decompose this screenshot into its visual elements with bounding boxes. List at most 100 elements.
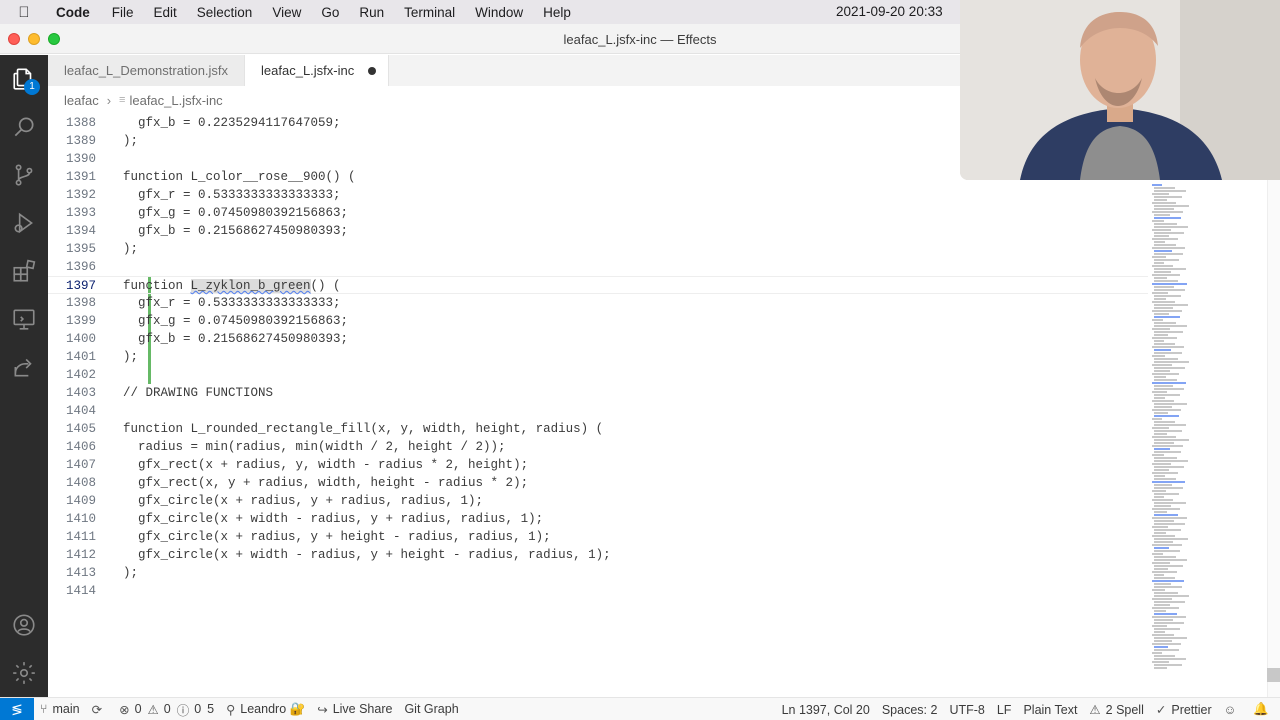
minimap-line: [1154, 298, 1166, 300]
branch-indicator[interactable]: ⑂ main: [34, 702, 86, 716]
unsaved-dot-icon[interactable]: [368, 66, 377, 75]
minimap-line: [1152, 418, 1162, 420]
minimap-line: [1152, 193, 1169, 195]
remote-indicator-icon[interactable]: ≶: [0, 697, 34, 720]
tab-leafac-l-demonstration[interactable]: leafac_L_Demonstration.jsfx: [48, 55, 246, 86]
menu-edit[interactable]: Edit: [144, 5, 187, 20]
code-line: 1406 radius = min(radius, min(width / 2,…: [65, 440, 506, 454]
git-graph-button[interactable]: Git Graph: [398, 702, 464, 716]
minimap-line: [1154, 442, 1174, 444]
code-line: 1412 gfx_circle(x + width - radius, y + …: [65, 548, 611, 562]
code-line: 1409 gfx_circle(x + radius, y + radius, …: [65, 494, 484, 508]
minimap-line: [1152, 391, 1167, 393]
menu-run[interactable]: Run: [349, 5, 394, 20]
live-share-icon[interactable]: [10, 353, 38, 381]
feedback-icon: ☺: [1223, 702, 1237, 717]
problems-indicator[interactable]: ⊗ 0 ⚠ 0 ⓘ 0 5: [113, 700, 220, 719]
minimap-line: [1154, 286, 1174, 288]
minimap-line: [1152, 400, 1174, 402]
accounts-icon[interactable]: [10, 611, 38, 639]
breadcrumb-folder[interactable]: leafac: [64, 93, 99, 108]
minimap-line: [1154, 646, 1168, 648]
menu-selection[interactable]: Selection: [187, 5, 263, 20]
breadcrumb: leafac › ≡ leafac_L.jsfx-inc: [64, 90, 223, 110]
code-line: 1405 function L_rounded_rectangle_fill(x,…: [65, 422, 604, 436]
webcam-overlay: [960, 0, 1280, 180]
code-line: 1404: [65, 404, 96, 418]
minimap-line: [1154, 367, 1185, 369]
code-line: 1401);: [65, 350, 139, 364]
encoding[interactable]: UTF-8: [943, 703, 990, 717]
extensions-icon[interactable]: [10, 257, 38, 285]
feedback-button[interactable]: ☺: [1218, 703, 1248, 717]
minimap-line: [1152, 463, 1171, 465]
spell-check[interactable]: ⚠ 2 Spell: [1083, 702, 1149, 718]
menu-go[interactable]: Go: [311, 5, 349, 20]
minimap-line: [1154, 313, 1169, 315]
minimap-line: [1154, 538, 1188, 540]
notifications-button[interactable]: 🔔: [1247, 702, 1280, 717]
run-debug-icon[interactable]: [10, 209, 38, 237]
user-indicator[interactable]: ⚲ Leandro 🔐: [220, 702, 311, 717]
sync-button[interactable]: ⟳: [86, 702, 113, 717]
apple-logo-icon[interactable]: : [0, 4, 48, 21]
menu-window[interactable]: Window: [465, 5, 533, 20]
minimap-line: [1154, 331, 1183, 333]
minimap-line: [1152, 553, 1163, 555]
minimap-line: [1152, 508, 1180, 510]
warning-icon: ⚠: [147, 702, 159, 717]
minimap-line: [1152, 373, 1179, 375]
minimap-line: [1152, 292, 1168, 294]
minimap-line: [1152, 526, 1168, 528]
minimap-line: [1152, 337, 1177, 339]
menu-help[interactable]: Help: [533, 5, 581, 20]
minimap-line: [1152, 382, 1186, 384]
minimap-line: [1152, 481, 1185, 483]
minimap-line: [1154, 214, 1170, 216]
minimap-line: [1152, 490, 1166, 492]
highlighted-symbol[interactable]: L_zyklon_b_green: [190, 279, 311, 293]
minimap-line: [1154, 196, 1182, 198]
minimap-line: [1154, 631, 1165, 633]
settings-gear-icon[interactable]: [10, 659, 38, 687]
minimap-line: [1154, 448, 1170, 450]
menubar-clock[interactable]: 2021-09-20 20:33: [836, 4, 943, 19]
minimap-line: [1154, 199, 1167, 201]
activity-bar: 1: [0, 55, 48, 697]
minimap-line: [1154, 640, 1172, 642]
code-line: 1411 gfx_circle(x + radius, y + height -…: [65, 530, 551, 544]
minimap-line: [1154, 295, 1181, 297]
source-control-icon[interactable]: [10, 161, 38, 189]
scrollbar-thumb[interactable]: [1267, 668, 1280, 682]
minimap-line: [1154, 505, 1171, 507]
minimap-line: [1154, 262, 1164, 264]
prettier-button[interactable]: ✓ Prettier: [1150, 702, 1218, 718]
minimap[interactable]: [1148, 180, 1268, 680]
vertical-scrollbar[interactable]: [1267, 114, 1280, 697]
search-icon[interactable]: [10, 113, 38, 141]
code-line: 1395);: [65, 242, 139, 256]
minimap-line: [1154, 460, 1188, 462]
minimap-line: [1152, 616, 1186, 618]
end-of-line[interactable]: LF: [991, 703, 1018, 717]
error-icon: ⊗: [119, 702, 130, 717]
tab-leafac-l-jsfx-inc[interactable]: leafac_L.jsfx-inc: [245, 55, 390, 86]
explorer-icon[interactable]: 1: [10, 65, 40, 95]
minimap-line: [1154, 259, 1179, 261]
minimap-line: [1154, 421, 1175, 423]
breadcrumb-file[interactable]: leafac_L.jsfx-inc: [129, 93, 222, 108]
minimap-line: [1152, 256, 1166, 258]
code-editor[interactable]: 1388 gfx_b = 0.2235294117647059; 1389); …: [48, 114, 1148, 697]
menu-terminal[interactable]: Terminal: [394, 5, 465, 20]
cursor-position[interactable]: Ln 1397, Col 20: [776, 703, 876, 717]
language-mode[interactable]: Plain Text: [1017, 703, 1083, 717]
indentation[interactable]: Spaces: 2: [876, 703, 944, 717]
minimap-line: [1154, 475, 1165, 477]
live-share-button[interactable]: ↪ Live Share: [311, 702, 398, 717]
menu-file[interactable]: File: [102, 5, 144, 20]
remote-explorer-icon[interactable]: [10, 305, 38, 333]
menu-view[interactable]: View: [262, 5, 311, 20]
minimap-line: [1154, 406, 1172, 408]
menu-app-name[interactable]: Code: [48, 5, 102, 20]
minimap-line: [1152, 499, 1173, 501]
